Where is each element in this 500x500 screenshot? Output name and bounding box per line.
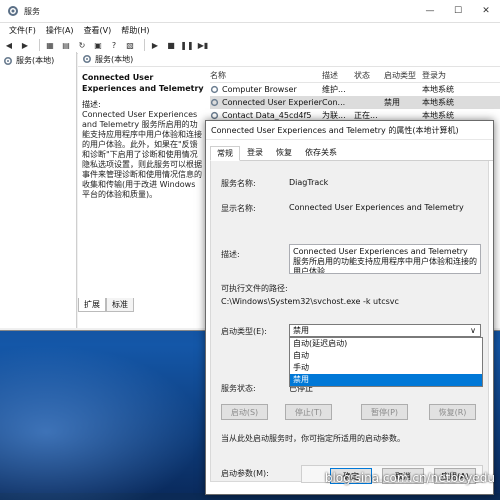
gear-icon xyxy=(210,98,219,107)
display-name-value: Connected User Experiences and Telemetry xyxy=(289,203,464,212)
content-header-title: 服务(本地) xyxy=(95,54,134,64)
minimize-button[interactable]: — xyxy=(416,0,444,22)
watermark-text: blog.sina.com.cn/netboyedu xyxy=(324,471,495,485)
column-name[interactable]: 名称 xyxy=(210,70,322,81)
export-icon[interactable]: ▣ xyxy=(92,39,104,51)
gear-icon xyxy=(210,111,219,120)
startup-type-dropdown: 自动(延迟启动) 自动 手动 禁用 xyxy=(289,337,483,387)
gear-icon xyxy=(3,56,13,65)
table-row[interactable]: Computer Browser 维护... 本地系统 xyxy=(210,83,500,96)
window-title: 服务 xyxy=(24,6,40,16)
service-name: Contact Data_45cd4f5 xyxy=(222,111,312,120)
content-header: 服务(本地) xyxy=(78,52,500,67)
stop-button[interactable]: 停止(T) xyxy=(285,404,332,420)
start-service-icon[interactable]: ▶ xyxy=(149,39,161,51)
console-tree: 服务(本地) xyxy=(0,52,77,328)
close-button[interactable]: ✕ xyxy=(472,0,500,22)
console-tree-icon[interactable]: ▦ xyxy=(44,39,56,51)
startup-parameters-label: 启动参数(M): xyxy=(221,469,269,478)
pause-button[interactable]: 暂停(P) xyxy=(361,404,408,420)
selected-service-name: Connected User Experiences and Telemetry xyxy=(82,73,204,93)
service-description: 维护... xyxy=(322,85,346,94)
description-label: 描述: xyxy=(82,100,101,109)
forward-arrow-icon[interactable]: ▶ xyxy=(19,39,31,51)
services-list: 名称 描述 状态 启动类型 登录为 Computer Browser 维护...… xyxy=(210,68,500,122)
menu-action[interactable]: 操作(A) xyxy=(41,25,79,36)
option-disabled[interactable]: 禁用 xyxy=(290,374,482,386)
service-log-on-as: 本地系统 xyxy=(422,85,454,94)
column-status[interactable]: 状态 xyxy=(354,70,384,81)
executable-path-value: C:\Windows\System32\svchost.exe -k utcsv… xyxy=(221,297,399,306)
service-name-value: DiagTrack xyxy=(289,178,329,187)
list-view-icon[interactable]: ▤ xyxy=(60,39,72,51)
service-log-on-as: 本地系统 xyxy=(422,98,454,107)
tab-standard[interactable]: 标准 xyxy=(106,298,134,312)
general-tab-panel: 服务名称: DiagTrack 显示名称: Connected User Exp… xyxy=(210,161,489,483)
help-icon[interactable]: ? xyxy=(108,39,120,51)
restart-service-icon[interactable]: ▶▮ xyxy=(197,39,209,51)
tab-recovery[interactable]: 恢复 xyxy=(270,146,298,160)
description-field[interactable]: Connected User Experiences and Telemetry… xyxy=(289,244,481,274)
services-app-icon xyxy=(6,4,20,18)
pause-service-icon[interactable]: ❚❚ xyxy=(180,39,193,51)
column-description[interactable]: 描述 xyxy=(322,70,354,81)
dialog-title: Connected User Experiences and Telemetry… xyxy=(206,121,493,140)
service-name: Computer Browser xyxy=(222,85,297,94)
description-pane: Connected User Experiences and Telemetry… xyxy=(78,68,208,298)
startup-parameters-hint: 当从此处启动服务时，你可指定所适用的启动参数。 xyxy=(221,434,405,443)
menu-file[interactable]: 文件(F) xyxy=(4,25,41,36)
properties-icon[interactable]: ▧ xyxy=(124,39,136,51)
title-bar: 服务 — ☐ ✕ xyxy=(0,0,500,23)
column-startup-type[interactable]: 启动类型 xyxy=(384,70,422,81)
service-name: Connected User Experien... xyxy=(222,98,322,107)
column-log-on-as[interactable]: 登录为 xyxy=(422,70,462,81)
resume-button[interactable]: 恢复(R) xyxy=(429,404,476,420)
maximize-button[interactable]: ☐ xyxy=(444,0,472,22)
tab-log-on[interactable]: 登录 xyxy=(241,146,269,160)
chevron-down-icon: ∨ xyxy=(470,326,476,335)
gear-icon xyxy=(210,85,219,94)
service-startup-type: 禁用 xyxy=(384,98,400,107)
description-label: 描述: xyxy=(221,250,240,259)
startup-type-selected: 禁用 xyxy=(293,326,309,335)
menu-bar: 文件(F) 操作(A) 查看(V) 帮助(H) xyxy=(0,23,500,37)
toolbar-separator xyxy=(39,39,40,51)
option-automatic-delayed[interactable]: 自动(延迟启动) xyxy=(290,338,482,350)
tab-general[interactable]: 常规 xyxy=(210,146,240,161)
startup-type-select[interactable]: 禁用 ∨ xyxy=(289,324,481,337)
tree-item-label: 服务(本地) xyxy=(16,56,55,65)
executable-path-label: 可执行文件的路径: xyxy=(221,284,288,293)
tab-extended[interactable]: 扩展 xyxy=(78,298,106,312)
service-status-label: 服务状态: xyxy=(221,384,256,393)
gear-icon xyxy=(82,54,92,64)
service-name-label: 服务名称: xyxy=(221,179,256,188)
startup-type-label: 启动类型(E): xyxy=(221,327,267,336)
service-description: Con... xyxy=(322,98,346,107)
stop-service-icon[interactable]: ■ xyxy=(165,39,177,51)
menu-help[interactable]: 帮助(H) xyxy=(116,25,154,36)
refresh-icon[interactable]: ↻ xyxy=(76,39,88,51)
table-row[interactable]: Connected User Experien... Con... 禁用 本地系… xyxy=(210,96,500,109)
back-arrow-icon[interactable]: ◀ xyxy=(3,39,15,51)
tree-item-services-local[interactable]: 服务(本地) xyxy=(0,52,76,69)
description-text: Connected User Experiences and Telemetry… xyxy=(82,110,202,199)
dialog-tabs: 常规 登录 恢复 依存关系 xyxy=(210,146,493,161)
list-header: 名称 描述 状态 启动类型 登录为 xyxy=(210,68,500,83)
option-manual[interactable]: 手动 xyxy=(290,362,482,374)
desktop-background xyxy=(0,330,230,500)
menu-view[interactable]: 查看(V) xyxy=(79,25,117,36)
tab-dependencies[interactable]: 依存关系 xyxy=(299,146,343,160)
view-tabs: 扩展 标准 xyxy=(78,298,134,312)
start-button[interactable]: 启动(S) xyxy=(221,404,268,420)
option-automatic[interactable]: 自动 xyxy=(290,350,482,362)
toolbar-separator xyxy=(144,39,145,51)
properties-dialog: Connected User Experiences and Telemetry… xyxy=(205,120,494,495)
display-name-label: 显示名称: xyxy=(221,204,256,213)
